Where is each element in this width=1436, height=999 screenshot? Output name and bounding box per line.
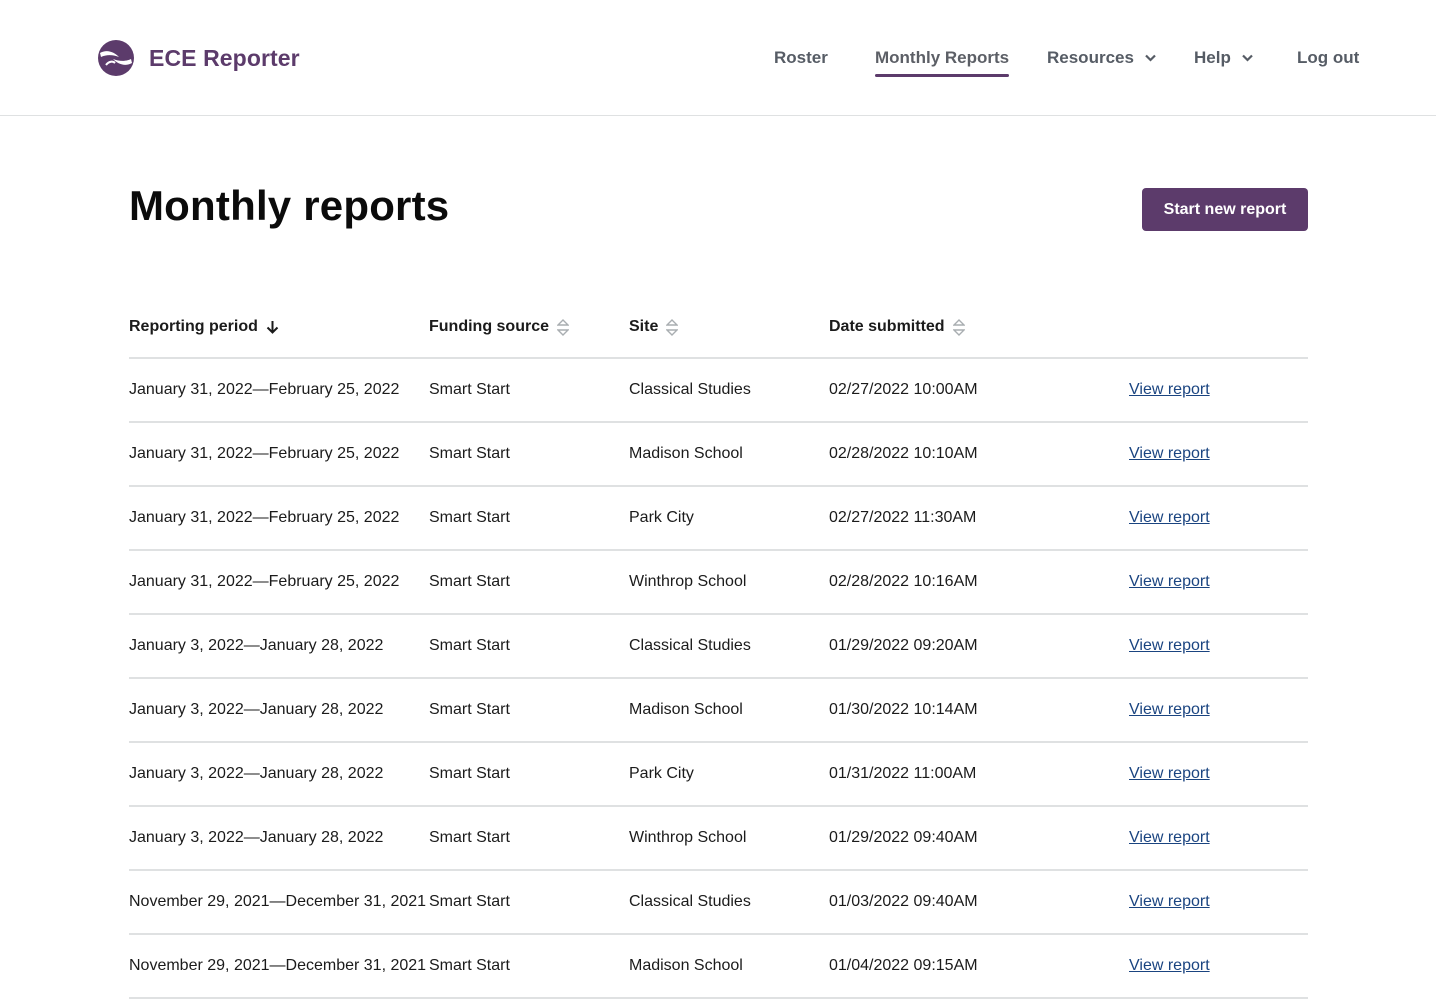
funding-source-cell: Smart Start [429, 765, 510, 782]
site-cell: Madison School [629, 957, 743, 974]
site-cell: Winthrop School [629, 573, 747, 590]
funding-source-cell: Smart Start [429, 957, 510, 974]
table-row: January 3, 2022—January 28, 2022 Smart S… [129, 615, 1308, 679]
site-cell: Madison School [629, 445, 743, 462]
reporting-period-cell: January 31, 2022—February 25, 2022 [129, 381, 400, 398]
view-report-link[interactable]: View report [1129, 935, 1210, 997]
view-report-link[interactable]: View report [1129, 487, 1210, 549]
date-submitted-cell: 01/29/2022 09:40AM [829, 829, 978, 846]
site-cell: Classical Studies [629, 381, 751, 398]
arrow-down-icon [266, 321, 279, 334]
chevron-down-icon [1145, 54, 1156, 62]
page-title: Monthly reports [129, 182, 450, 229]
column-header-label: Date submitted [829, 318, 945, 335]
reporting-period-cell: January 31, 2022—February 25, 2022 [129, 509, 400, 526]
nav-help[interactable]: Help [1194, 48, 1253, 68]
table-row: January 3, 2022—January 28, 2022 Smart S… [129, 807, 1308, 871]
reports-table: Reporting period Funding source Site Dat… [129, 296, 1308, 999]
nav-resources[interactable]: Resources [1047, 48, 1156, 68]
date-submitted-cell: 01/30/2022 10:14AM [829, 701, 978, 718]
funding-source-cell: Smart Start [429, 381, 510, 398]
sort-icon [557, 318, 569, 336]
nav-roster-label: Roster [774, 48, 828, 67]
date-submitted-cell: 02/27/2022 10:00AM [829, 381, 978, 398]
view-report-link[interactable]: View report [1129, 359, 1210, 421]
table-row: January 3, 2022—January 28, 2022 Smart S… [129, 679, 1308, 743]
start-new-report-button[interactable]: Start new report [1142, 188, 1308, 231]
funding-source-cell: Smart Start [429, 893, 510, 910]
site-cell: Madison School [629, 701, 743, 718]
table-body: January 31, 2022—February 25, 2022 Smart… [129, 359, 1308, 999]
nav-log-out[interactable]: Log out [1297, 48, 1359, 68]
sort-icon [952, 318, 965, 336]
reporting-period-cell: November 29, 2021—December 31, 2021 [129, 957, 427, 974]
reporting-period-cell: January 3, 2022—January 28, 2022 [129, 829, 384, 846]
date-submitted-cell: 01/31/2022 11:00AM [829, 765, 977, 782]
site-cell: Park City [629, 509, 694, 526]
date-submitted-cell: 02/28/2022 10:10AM [829, 445, 978, 462]
date-submitted-cell: 02/28/2022 10:16AM [829, 573, 978, 590]
table-row: January 3, 2022—January 28, 2022 Smart S… [129, 743, 1308, 807]
table-header: Reporting period Funding source Site Dat… [129, 296, 1308, 359]
reporting-period-cell: January 31, 2022—February 25, 2022 [129, 573, 400, 590]
funding-source-cell: Smart Start [429, 573, 510, 590]
nav-monthly-reports[interactable]: Monthly Reports [875, 48, 1010, 77]
view-report-link[interactable]: View report [1129, 551, 1210, 613]
view-report-link[interactable]: View report [1129, 871, 1210, 933]
column-header-funding-source[interactable]: Funding source [429, 318, 569, 336]
site-cell: Classical Studies [629, 637, 751, 654]
column-header-reporting-period[interactable]: Reporting period [129, 318, 279, 336]
nav-resources-label: Resources [1047, 48, 1134, 67]
site-cell: Winthrop School [629, 829, 747, 846]
reporting-period-cell: November 29, 2021—December 31, 2021 [129, 893, 427, 910]
column-header-label: Reporting period [129, 318, 258, 335]
column-header-date-submitted[interactable]: Date submitted [829, 318, 965, 336]
site-cell: Classical Studies [629, 893, 751, 910]
table-row: January 31, 2022—February 25, 2022 Smart… [129, 487, 1308, 551]
view-report-link[interactable]: View report [1129, 615, 1210, 677]
reporting-period-cell: January 3, 2022—January 28, 2022 [129, 701, 384, 718]
nav-roster[interactable]: Roster [774, 48, 828, 68]
column-header-site[interactable]: Site [629, 318, 679, 336]
funding-source-cell: Smart Start [429, 509, 510, 526]
funding-source-cell: Smart Start [429, 637, 510, 654]
table-row: November 29, 2021—December 31, 2021 Smar… [129, 935, 1308, 999]
main-nav: Roster Monthly Reports Resources Help Lo… [0, 48, 1436, 88]
date-submitted-cell: 02/27/2022 11:30AM [829, 509, 977, 526]
table-row: January 31, 2022—February 25, 2022 Smart… [129, 551, 1308, 615]
view-report-link[interactable]: View report [1129, 679, 1210, 741]
funding-source-cell: Smart Start [429, 701, 510, 718]
nav-help-label: Help [1194, 48, 1231, 67]
table-row: January 31, 2022—February 25, 2022 Smart… [129, 359, 1308, 423]
site-cell: Park City [629, 765, 694, 782]
table-row: January 31, 2022—February 25, 2022 Smart… [129, 423, 1308, 487]
date-submitted-cell: 01/04/2022 09:15AM [829, 957, 978, 974]
table-row: November 29, 2021—December 31, 2021 Smar… [129, 871, 1308, 935]
view-report-link[interactable]: View report [1129, 743, 1210, 805]
active-indicator [875, 74, 1010, 77]
funding-source-cell: Smart Start [429, 445, 510, 462]
chevron-down-icon [1242, 54, 1253, 62]
reporting-period-cell: January 3, 2022—January 28, 2022 [129, 765, 384, 782]
funding-source-cell: Smart Start [429, 829, 510, 846]
sort-icon [666, 318, 679, 336]
reporting-period-cell: January 31, 2022—February 25, 2022 [129, 445, 400, 462]
date-submitted-cell: 01/03/2022 09:40AM [829, 893, 978, 910]
column-header-label: Funding source [429, 318, 549, 335]
date-submitted-cell: 01/29/2022 09:20AM [829, 637, 978, 654]
nav-monthly-reports-label: Monthly Reports [875, 48, 1010, 67]
view-report-link[interactable]: View report [1129, 807, 1210, 869]
column-header-label: Site [629, 318, 659, 335]
view-report-link[interactable]: View report [1129, 423, 1210, 485]
reporting-period-cell: January 3, 2022—January 28, 2022 [129, 637, 384, 654]
site-header: ECE Reporter Roster Monthly Reports Reso… [0, 0, 1436, 116]
nav-log-out-label: Log out [1297, 48, 1360, 67]
